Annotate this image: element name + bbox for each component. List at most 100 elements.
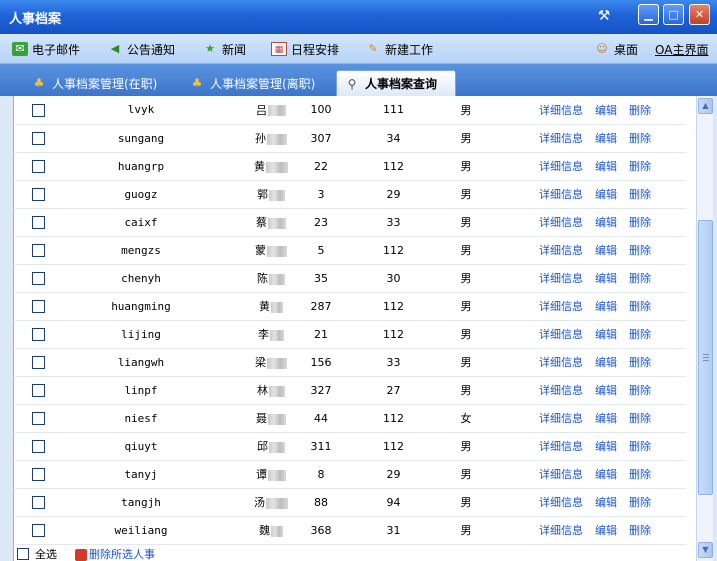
row-checkbox[interactable]: [31, 523, 45, 537]
tools-icon[interactable]: ⚒: [594, 6, 614, 26]
edit-link[interactable]: 编辑: [595, 272, 617, 285]
scroll-down-button[interactable]: ▼: [698, 542, 713, 558]
name-cell: 汤: [221, 488, 291, 517]
row-checkbox-cell: [15, 236, 61, 265]
delete-link[interactable]: 删除: [629, 468, 651, 481]
delete-link[interactable]: 删除: [629, 524, 651, 537]
delete-selected-button[interactable]: 删除所选人事: [75, 546, 155, 561]
gender-cell: 男: [436, 180, 496, 209]
row-checkbox[interactable]: [31, 103, 45, 117]
edit-link[interactable]: 编辑: [595, 356, 617, 369]
maximize-button[interactable]: □: [663, 4, 684, 25]
edit-link[interactable]: 编辑: [595, 524, 617, 537]
archive-icon: ♣: [191, 76, 203, 90]
detail-link[interactable]: 详细信息: [539, 160, 583, 173]
row-checkbox[interactable]: [31, 439, 45, 453]
delete-link[interactable]: 删除: [629, 496, 651, 509]
detail-link[interactable]: 详细信息: [539, 440, 583, 453]
detail-link[interactable]: 详细信息: [539, 244, 583, 257]
scroll-up-button[interactable]: ▲: [698, 98, 713, 114]
delete-link[interactable]: 删除: [629, 272, 651, 285]
row-checkbox[interactable]: [31, 131, 45, 145]
row-checkbox[interactable]: [31, 299, 45, 313]
edit-link[interactable]: 编辑: [595, 216, 617, 229]
toolbar-notice[interactable]: ◀ 公告通知: [107, 41, 175, 57]
calendar-icon: ▦: [271, 42, 287, 56]
edit-link[interactable]: 编辑: [595, 160, 617, 173]
row-checkbox[interactable]: [31, 495, 45, 509]
delete-link[interactable]: 删除: [629, 384, 651, 397]
detail-link[interactable]: 详细信息: [539, 524, 583, 537]
edit-link[interactable]: 编辑: [595, 132, 617, 145]
edit-link[interactable]: 编辑: [595, 328, 617, 341]
row-checkbox[interactable]: [31, 411, 45, 425]
detail-link[interactable]: 详细信息: [539, 412, 583, 425]
name-surname: 郭: [257, 188, 268, 201]
actions-cell: 详细信息 编辑 删除: [496, 152, 686, 181]
edit-link[interactable]: 编辑: [595, 384, 617, 397]
row-checkbox[interactable]: [31, 215, 45, 229]
edit-link[interactable]: 编辑: [595, 412, 617, 425]
detail-link[interactable]: 详细信息: [539, 468, 583, 481]
delete-link[interactable]: 删除: [629, 356, 651, 369]
edit-link[interactable]: 编辑: [595, 104, 617, 117]
detail-link[interactable]: 详细信息: [539, 328, 583, 341]
name-redacted: [268, 469, 286, 481]
delete-link[interactable]: 删除: [629, 132, 651, 145]
actions-cell: 详细信息 编辑 删除: [496, 404, 686, 433]
select-all-checkbox[interactable]: [17, 547, 29, 560]
toolbar-email[interactable]: ✉ 电子邮件: [12, 41, 80, 57]
delete-link[interactable]: 删除: [629, 328, 651, 341]
detail-link[interactable]: 详细信息: [539, 272, 583, 285]
toolbar-new-work[interactable]: ✎ 新建工作: [365, 41, 433, 57]
delete-link[interactable]: 删除: [629, 300, 651, 313]
row-checkbox[interactable]: [31, 271, 45, 285]
row-checkbox[interactable]: [31, 327, 45, 341]
delete-link[interactable]: 删除: [629, 188, 651, 201]
row-checkbox[interactable]: [31, 159, 45, 173]
delete-link[interactable]: 删除: [629, 412, 651, 425]
edit-link[interactable]: 编辑: [595, 440, 617, 453]
name-cell: 吕: [221, 96, 291, 125]
toolbar-desktop[interactable]: ☺ 桌面: [594, 41, 638, 57]
toolbar-news[interactable]: ★ 新闻: [202, 41, 246, 57]
toolbar-oa-main[interactable]: OA主界面: [655, 41, 708, 57]
detail-link[interactable]: 详细信息: [539, 496, 583, 509]
row-checkbox[interactable]: [31, 243, 45, 257]
edit-link[interactable]: 编辑: [595, 188, 617, 201]
number-cell-1: 368: [291, 516, 351, 545]
detail-link[interactable]: 详细信息: [539, 300, 583, 313]
detail-link[interactable]: 详细信息: [539, 216, 583, 229]
detail-link[interactable]: 详细信息: [539, 356, 583, 369]
delete-link[interactable]: 删除: [629, 440, 651, 453]
delete-link[interactable]: 删除: [629, 216, 651, 229]
minimize-button[interactable]: ▁: [638, 4, 659, 25]
actions-cell: 详细信息 编辑 删除: [496, 376, 686, 405]
delete-link[interactable]: 删除: [629, 160, 651, 173]
scroll-thumb[interactable]: [698, 220, 713, 495]
toolbar-schedule[interactable]: ▦ 日程安排: [271, 41, 339, 57]
detail-link[interactable]: 详细信息: [539, 132, 583, 145]
tab-label: 人事档案管理(在职): [52, 76, 158, 91]
gender-cell: 男: [436, 320, 496, 349]
row-checkbox[interactable]: [31, 355, 45, 369]
tab-archive-active[interactable]: ♣ 人事档案管理(在职): [24, 70, 165, 96]
close-button[interactable]: ✕: [689, 4, 710, 25]
delete-link[interactable]: 删除: [629, 104, 651, 117]
row-checkbox[interactable]: [31, 187, 45, 201]
toolbar-new-work-label: 新建工作: [385, 42, 434, 57]
edit-link[interactable]: 编辑: [595, 300, 617, 313]
row-checkbox[interactable]: [31, 467, 45, 481]
edit-link[interactable]: 编辑: [595, 496, 617, 509]
edit-link[interactable]: 编辑: [595, 244, 617, 257]
delete-link[interactable]: 删除: [629, 244, 651, 257]
tab-archive-query[interactable]: ⚲ 人事档案查询: [336, 70, 456, 96]
name-surname: 蔡: [256, 216, 267, 229]
detail-link[interactable]: 详细信息: [539, 384, 583, 397]
detail-link[interactable]: 详细信息: [539, 188, 583, 201]
edit-link[interactable]: 编辑: [595, 468, 617, 481]
row-checkbox[interactable]: [31, 383, 45, 397]
tab-archive-left[interactable]: ♣ 人事档案管理(离职): [182, 70, 323, 96]
vertical-scrollbar[interactable]: ▲ ▼: [696, 96, 713, 561]
detail-link[interactable]: 详细信息: [539, 104, 583, 117]
